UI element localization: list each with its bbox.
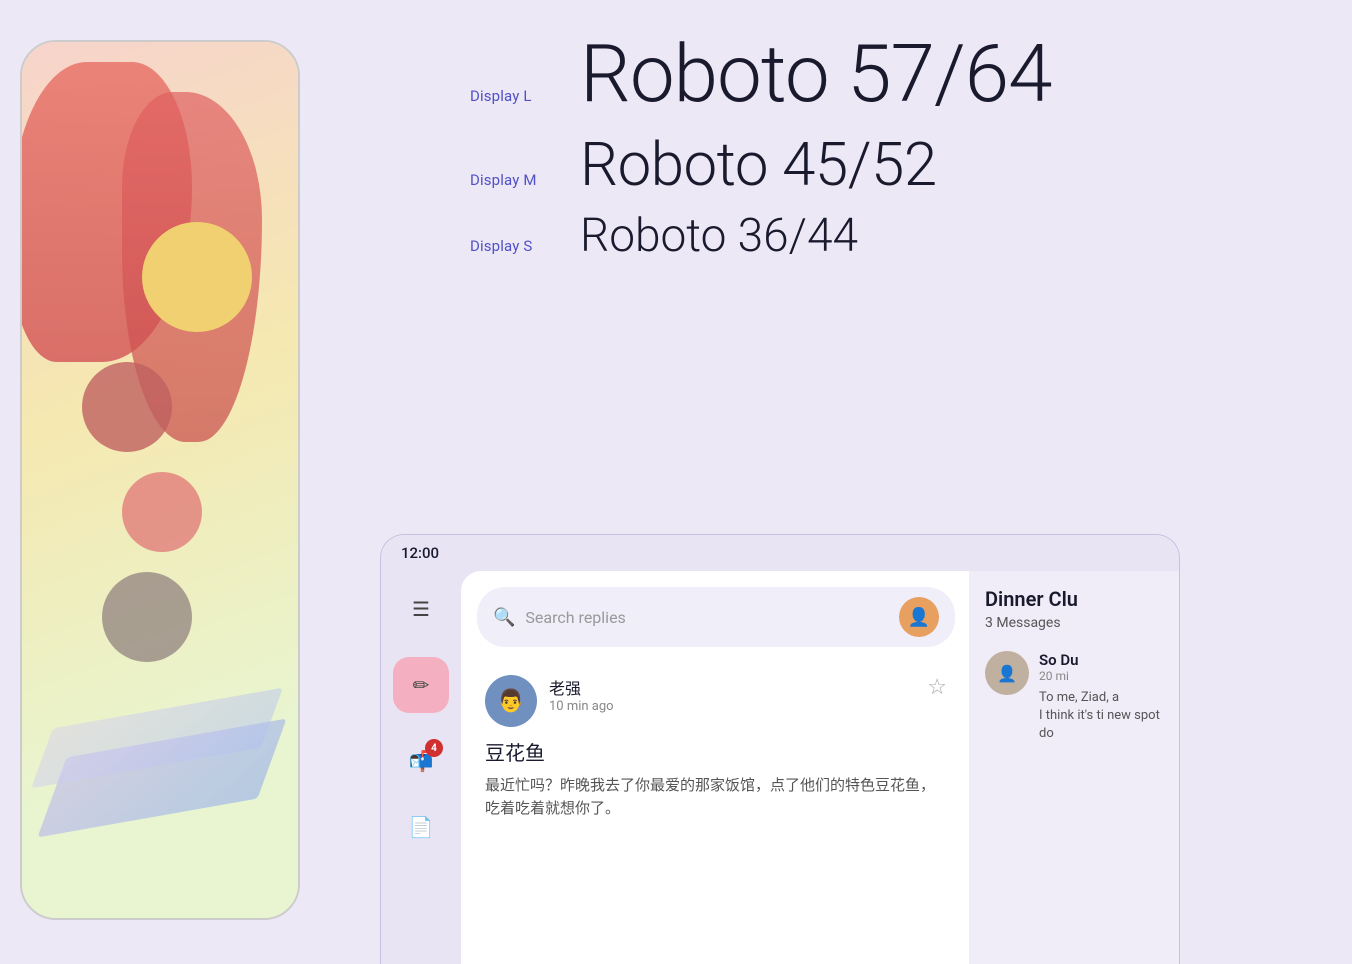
notes-icon[interactable]: 📄 <box>403 809 439 845</box>
type-row-display-m: Display M Roboto 45/52 <box>470 130 1292 199</box>
decorative-circle-3 <box>122 472 202 552</box>
decorative-circle-2 <box>82 362 172 452</box>
decorative-circle-4 <box>102 572 192 662</box>
search-icon: 🔍 <box>493 607 515 628</box>
contact-info: So Du 20 mi To me, Ziad, a I think it's … <box>1039 651 1163 744</box>
right-panel: Dinner Clu 3 Messages 👤 So Du 20 mi To m… <box>969 571 1179 964</box>
type-row-display-s: Display S Roboto 36/44 <box>470 209 1292 264</box>
status-bar: 12:00 <box>381 535 1179 571</box>
phone-inner <box>22 42 298 918</box>
display-s-sample: Roboto 36/44 <box>580 209 858 264</box>
display-s-label: Display S <box>470 237 580 255</box>
display-l-sample: Roboto 57/64 <box>580 30 1051 120</box>
sender-avatar: 👨 <box>485 675 537 727</box>
message-preview: 最近忙吗？昨晚我去了你最爱的那家饭馆，点了他们的特色豆花鱼，吃着吃着就想你了。 <box>485 774 947 819</box>
type-row-display-l: Display L Roboto 57/64 <box>470 30 1292 120</box>
contact-avatar: 👤 <box>985 651 1029 695</box>
phone-ui-mockup: 12:00 ☰ ✏ 📬 4 📄 🔍 Search replies <box>380 534 1180 964</box>
menu-icon[interactable]: ☰ <box>403 591 439 627</box>
user-avatar[interactable]: 👤 <box>899 597 939 637</box>
display-m-label: Display M <box>470 171 580 189</box>
contact-time: 20 mi <box>1039 669 1163 683</box>
main-panel: 🔍 Search replies 👤 👨 老强 10 min ago ☆ <box>461 571 971 964</box>
contact-name: So Du <box>1039 651 1163 669</box>
search-bar[interactable]: 🔍 Search replies 👤 <box>477 587 955 647</box>
message-card[interactable]: 👨 老强 10 min ago ☆ 豆花鱼 最近忙吗？昨晚我去了你最爱的那家饭馆… <box>469 659 963 835</box>
decorative-circle-1 <box>142 222 252 332</box>
phone-illustration <box>0 0 320 964</box>
message-header: 👨 老强 10 min ago ☆ <box>485 675 947 727</box>
typography-section: Display L Roboto 57/64 Display M Roboto … <box>320 0 1352 294</box>
status-time: 12:00 <box>401 544 439 562</box>
dinner-club-title: Dinner Clu <box>985 587 1163 611</box>
dinner-message-count: 3 Messages <box>985 615 1163 631</box>
notification-badge: 4 <box>425 739 443 757</box>
think-text: I think it's ti new spot do <box>1039 707 1163 743</box>
display-m-sample: Roboto 45/52 <box>580 130 937 199</box>
compose-icon[interactable]: ✏ <box>393 657 449 713</box>
sidebar: ☰ ✏ 📬 4 📄 <box>381 571 461 964</box>
message-time: 10 min ago <box>549 699 927 714</box>
contact-row: 👤 So Du 20 mi To me, Ziad, a I think it'… <box>985 651 1163 744</box>
phone-frame <box>20 40 300 920</box>
sender-info: 老强 10 min ago <box>549 675 927 714</box>
sender-name: 老强 <box>549 675 927 699</box>
contact-to-preview: To me, Ziad, a <box>1039 689 1163 707</box>
content-area: Display L Roboto 57/64 Display M Roboto … <box>320 0 1352 964</box>
search-placeholder-text: Search replies <box>525 608 625 627</box>
display-l-label: Display L <box>470 87 580 105</box>
message-subject: 豆花鱼 <box>485 737 947 766</box>
inbox-icon[interactable]: 📬 4 <box>403 743 439 779</box>
star-icon[interactable]: ☆ <box>927 675 947 700</box>
